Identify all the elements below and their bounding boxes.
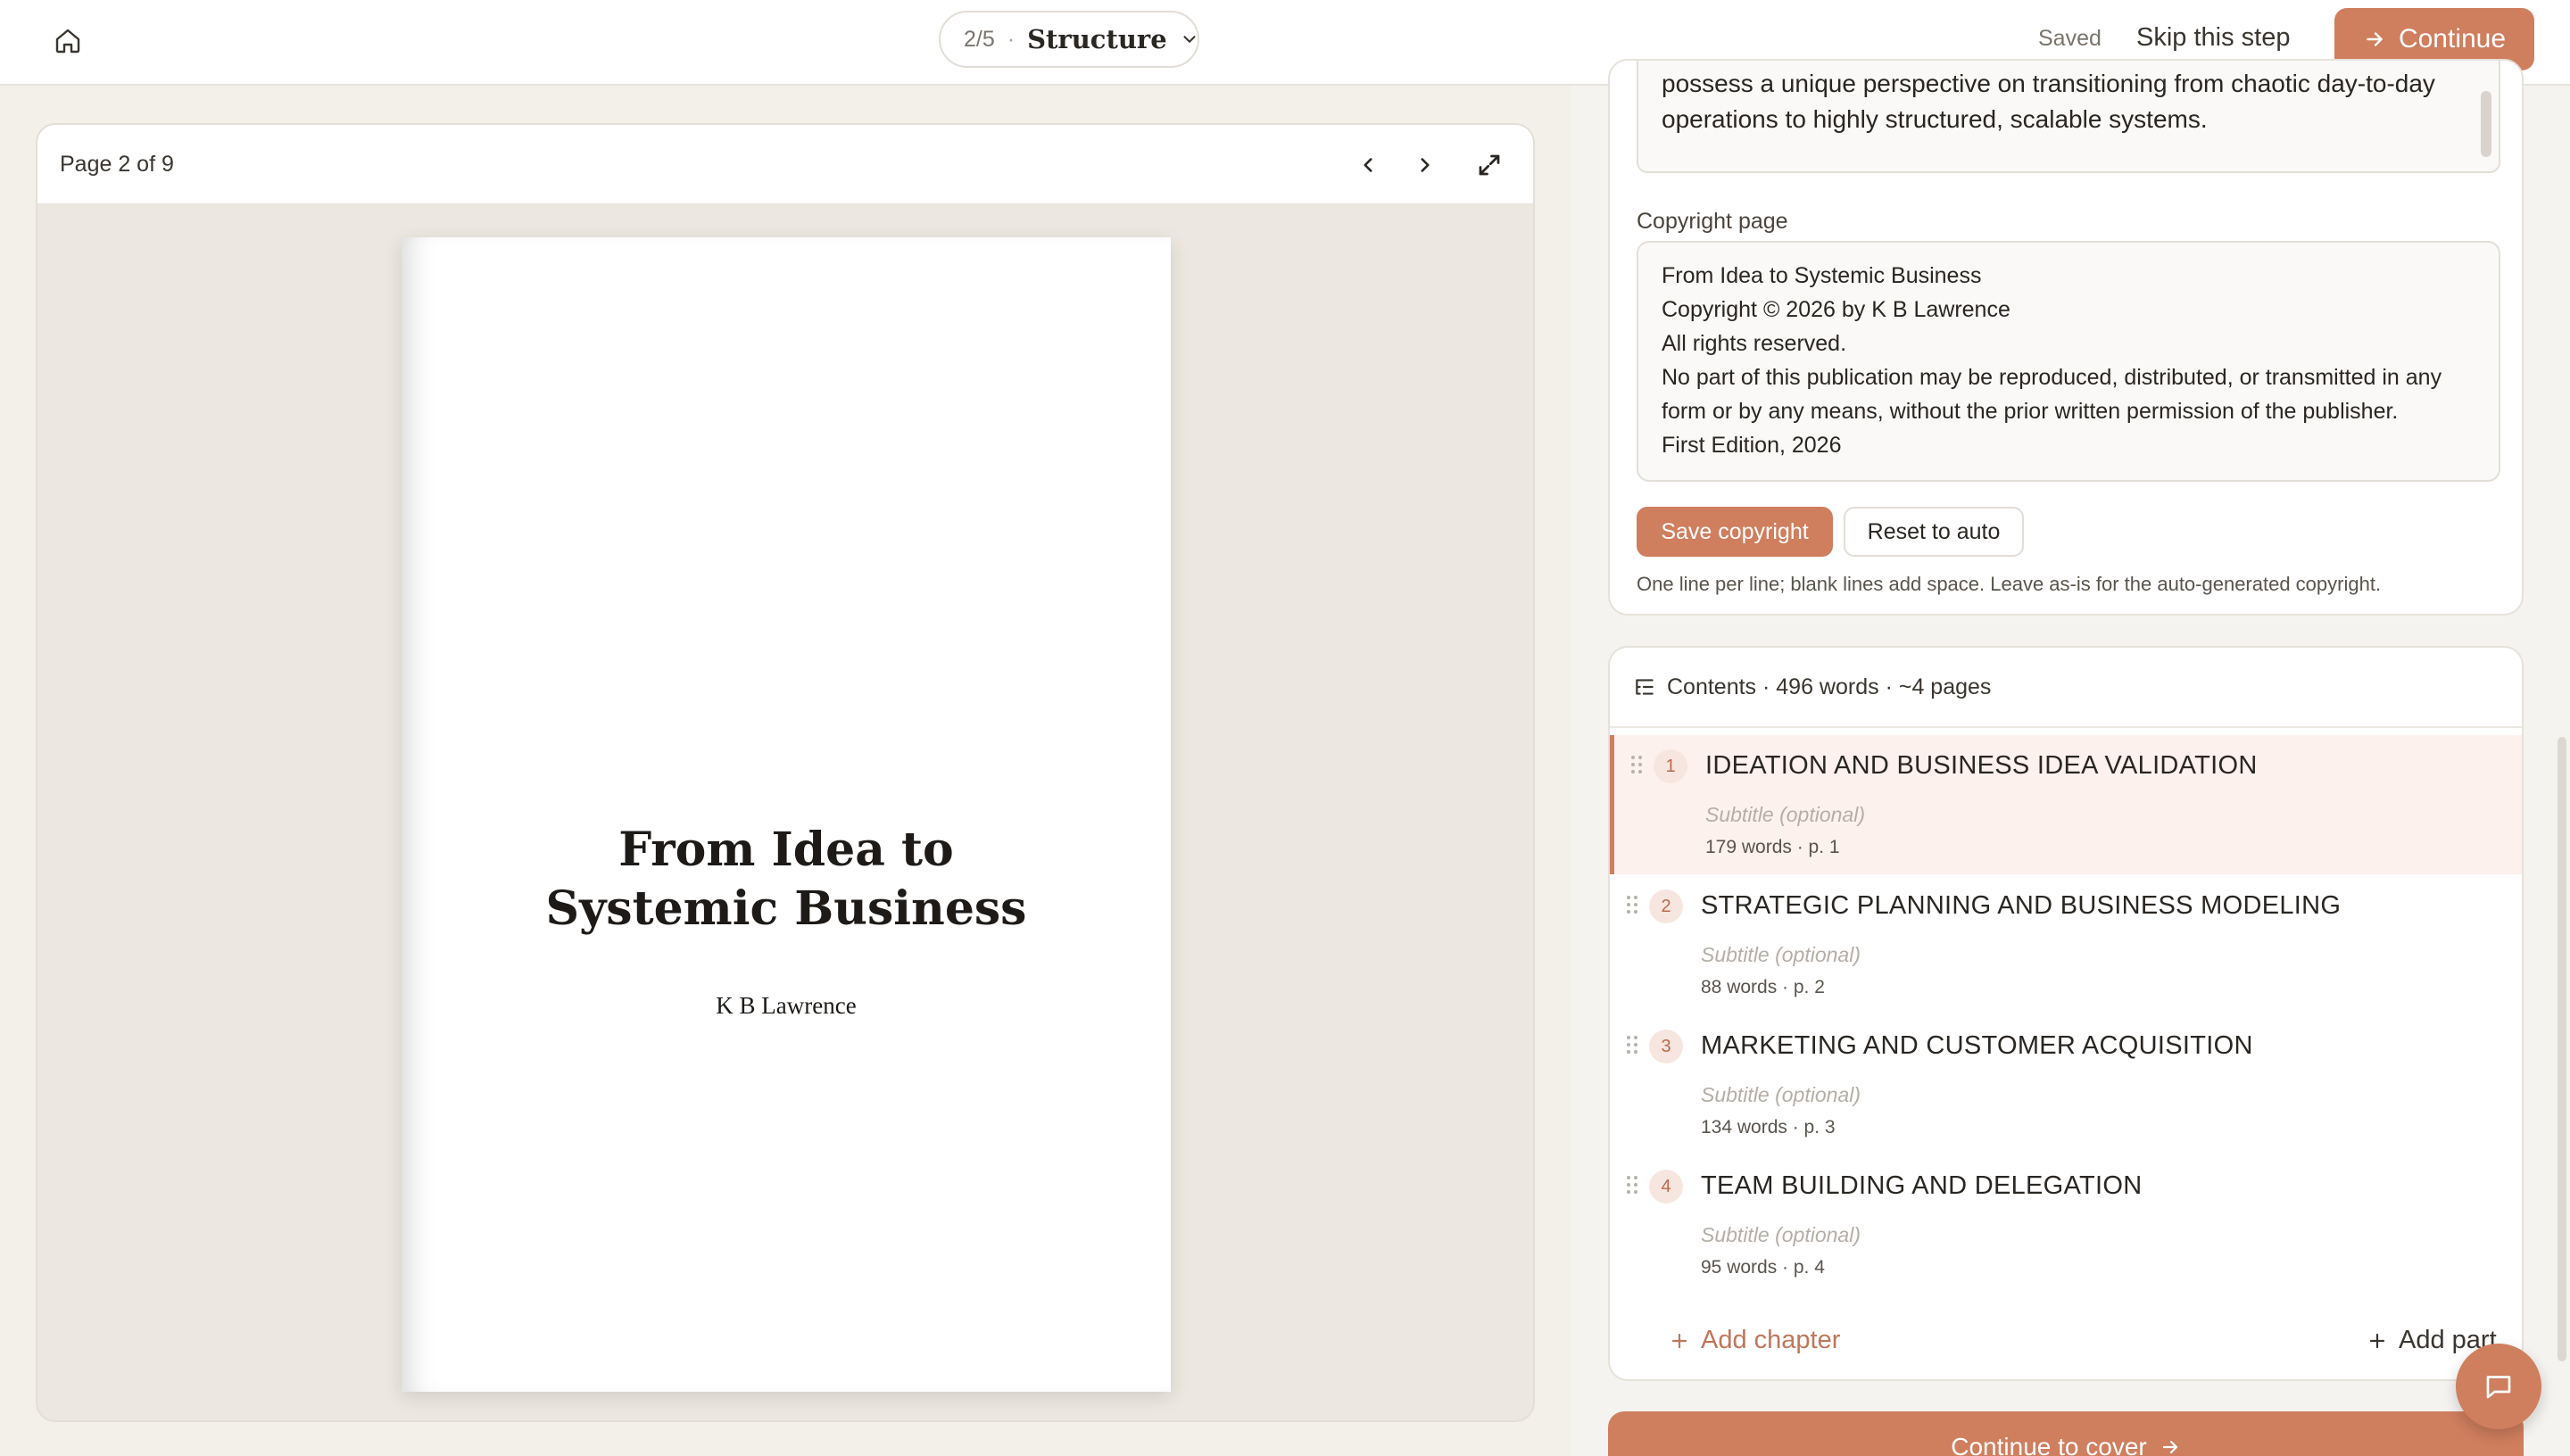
saved-status: Saved	[2038, 26, 2102, 51]
chapter-row[interactable]: 1 IDEATION AND BUSINESS IDEA VALIDATION …	[1610, 735, 2522, 874]
chevron-down-icon	[1180, 29, 1199, 49]
drag-handle-icon[interactable]	[1626, 1175, 1638, 1199]
chapter-row[interactable]: 3 MARKETING AND CUSTOMER ACQUISITION Sub…	[1610, 1015, 2522, 1154]
copyright-textarea[interactable]: From Idea to Systemic Business Copyright…	[1637, 241, 2500, 482]
skip-step-button[interactable]: Skip this step	[2136, 23, 2290, 53]
chapter-number: 1	[1654, 749, 1687, 783]
page-indicator: Page 2 of 9	[60, 152, 174, 177]
copyright-line: From Idea to Systemic Business	[1662, 263, 1982, 288]
reset-to-auto-button[interactable]: Reset to auto	[1844, 507, 2024, 557]
step-name: Structure	[1027, 24, 1167, 54]
arrow-right-icon	[2162, 1440, 2177, 1454]
save-copyright-button[interactable]: Save copyright	[1637, 507, 1833, 557]
chapter-number: 2	[1649, 889, 1683, 923]
copyright-line: All rights reserved.	[1662, 331, 1847, 356]
home-icon	[55, 29, 80, 54]
contents-header: Contents · 496 words · ~4 pages	[1610, 648, 2522, 728]
fullscreen-button[interactable]	[1469, 145, 1510, 186]
chapter-meta: 88 words · p. 2	[1701, 977, 1825, 997]
chapter-title[interactable]: TEAM BUILDING AND DELEGATION	[1701, 1171, 2143, 1201]
chapter-meta: 95 words · p. 4	[1701, 1257, 1825, 1278]
drag-handle-icon[interactable]	[1626, 895, 1638, 919]
prev-page-button[interactable]	[1347, 145, 1389, 186]
chapter-meta: 134 words · p. 3	[1701, 1117, 1836, 1138]
page-preview: Page 2 of 9 From Idea to Systemic Busine…	[36, 123, 1535, 1422]
chapter-row[interactable]: 4 TEAM BUILDING AND DELEGATION Subtitle …	[1610, 1155, 2522, 1295]
chapter-number: 4	[1649, 1170, 1683, 1204]
plus-icon	[1671, 1333, 1687, 1348]
chapter-subtitle-input[interactable]: Subtitle (optional)	[1701, 1083, 1861, 1107]
book-page: From Idea to Systemic Business K B Lawre…	[402, 237, 1171, 1392]
front-matter-card: possess a unique perspective on transiti…	[1608, 59, 2524, 616]
about-author-text: possess a unique perspective on transiti…	[1662, 70, 2435, 133]
continue-label: Continue	[2398, 24, 2507, 54]
arrow-right-icon	[2367, 32, 2383, 46]
add-chapter-button[interactable]: Add chapter	[1669, 1326, 1840, 1355]
chapter-subtitle-input[interactable]: Subtitle (optional)	[1705, 803, 1865, 827]
chapter-title[interactable]: IDEATION AND BUSINESS IDEA VALIDATION	[1705, 751, 2258, 781]
book-title: From Idea to Systemic Business	[545, 823, 1027, 936]
chapter-meta: 179 words · p. 1	[1705, 837, 1840, 857]
copyright-line: First Edition, 2026	[1662, 433, 1842, 458]
chapter-subtitle-input[interactable]: Subtitle (optional)	[1701, 943, 1861, 967]
expand-icon	[1479, 154, 1500, 176]
chat-bubble-icon	[2486, 1376, 2511, 1399]
drag-handle-icon[interactable]	[1630, 755, 1643, 779]
list-tree-icon	[1636, 679, 1654, 695]
continue-to-cover-label: Continue to cover	[1951, 1433, 2147, 1456]
contents-card: Contents · 496 words · ~4 pages 1 IDEATI…	[1608, 646, 2524, 1381]
plus-icon	[2369, 1333, 2385, 1348]
chapter-number: 3	[1649, 1030, 1683, 1063]
structure-panel: possess a unique perspective on transiti…	[1571, 59, 2570, 1456]
chapter-title[interactable]: MARKETING AND CUSTOMER ACQUISITION	[1701, 1031, 2253, 1061]
chevron-left-icon	[1364, 158, 1372, 172]
copyright-label: Copyright page	[1637, 209, 1788, 234]
preview-header: Page 2 of 9	[37, 125, 1533, 205]
chapter-subtitle-input[interactable]: Subtitle (optional)	[1701, 1223, 1861, 1247]
chapter-row[interactable]: 2 STRATEGIC PLANNING AND BUSINESS MODELI…	[1610, 875, 2522, 1014]
chat-button[interactable]	[2456, 1344, 2541, 1429]
panel-scrollbar[interactable]	[2558, 737, 2566, 1361]
copyright-line: No part of this publication may be repro…	[1662, 365, 2442, 424]
textarea-scrollbar[interactable]	[2481, 91, 2491, 157]
copyright-line: Copyright © 2026 by K B Lawrence	[1662, 297, 2010, 322]
about-author-field[interactable]: possess a unique perspective on transiti…	[1637, 61, 2500, 173]
contents-summary: Contents · 496 words · ~4 pages	[1667, 674, 1992, 699]
step-count: 2/5	[964, 26, 995, 52]
book-author: K B Lawrence	[716, 992, 857, 1019]
add-chapter-label: Add chapter	[1701, 1326, 1841, 1354]
step-separator: ·	[1007, 26, 1016, 52]
step-selector[interactable]: 2/5 · Structure	[939, 11, 1199, 68]
home-button[interactable]	[48, 21, 87, 61]
continue-to-cover-button[interactable]: Continue to cover	[1608, 1411, 2524, 1456]
copyright-hint: One line per line; blank lines add space…	[1637, 573, 2382, 595]
drag-handle-icon[interactable]	[1626, 1035, 1638, 1059]
chevron-right-icon	[1421, 158, 1430, 172]
chapter-title[interactable]: STRATEGIC PLANNING AND BUSINESS MODELING	[1701, 891, 2341, 921]
next-page-button[interactable]	[1405, 145, 1446, 186]
